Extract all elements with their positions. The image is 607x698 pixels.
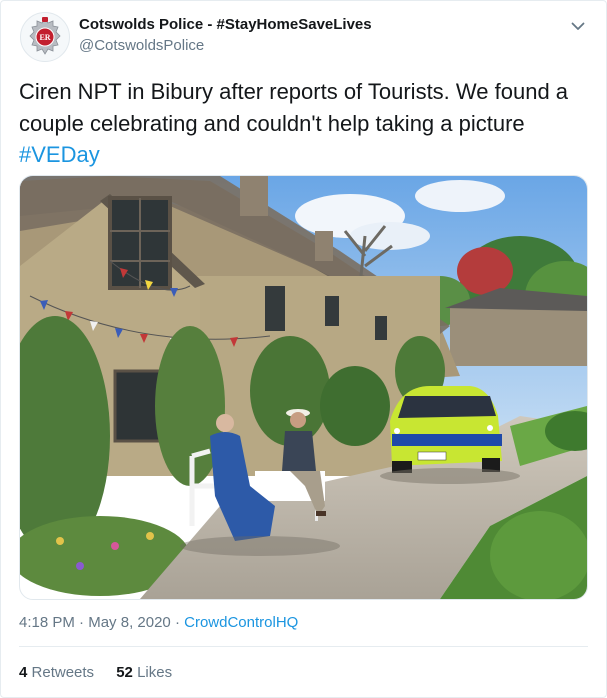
likes-label: Likes xyxy=(137,664,173,681)
avatar[interactable]: ER xyxy=(20,12,70,62)
meta-separator: · xyxy=(174,614,180,631)
tweet-source-link[interactable]: CrowdControlHQ xyxy=(184,614,298,631)
tweet-time[interactable]: 4:18 PM xyxy=(19,614,75,631)
tweet-text: Ciren NPT in Bibury after reports of Tou… xyxy=(19,76,594,171)
retweets-stat[interactable]: 4 Retweets xyxy=(19,664,94,681)
retweets-count: 4 xyxy=(19,664,28,681)
tweet-card: ER Cotswolds Police - #StayHomeSaveLives… xyxy=(0,0,607,698)
author-name[interactable]: Cotswolds Police - #StayHomeSaveLives xyxy=(79,16,372,33)
tweet-text-line: Ciren NPT in Bibury after reports of Tou… xyxy=(19,79,569,104)
tweet-meta: 4:18 PM · May 8, 2020 · CrowdControlHQ xyxy=(19,614,298,631)
hashtag-link[interactable]: #VEDay xyxy=(19,142,100,167)
tweet-date[interactable]: May 8, 2020 xyxy=(88,614,171,631)
meta-separator: · xyxy=(79,614,85,631)
tweet-text-line: couple celebrating and couldn't help tak… xyxy=(19,110,525,136)
likes-count: 52 xyxy=(116,664,133,681)
tweet-stats: 4 Retweets 52 Likes xyxy=(19,664,190,681)
svg-text:ER: ER xyxy=(39,33,50,42)
chevron-down-icon xyxy=(571,22,585,30)
divider xyxy=(19,646,588,647)
tweet-photo[interactable] xyxy=(19,175,588,600)
retweets-label: Retweets xyxy=(31,664,95,681)
police-crest-icon: ER xyxy=(29,17,61,55)
likes-stat[interactable]: 52 Likes xyxy=(116,664,172,681)
photo-image xyxy=(20,176,587,599)
author-handle[interactable]: @CotswoldsPolice xyxy=(79,37,204,54)
more-options-button[interactable] xyxy=(567,15,589,37)
